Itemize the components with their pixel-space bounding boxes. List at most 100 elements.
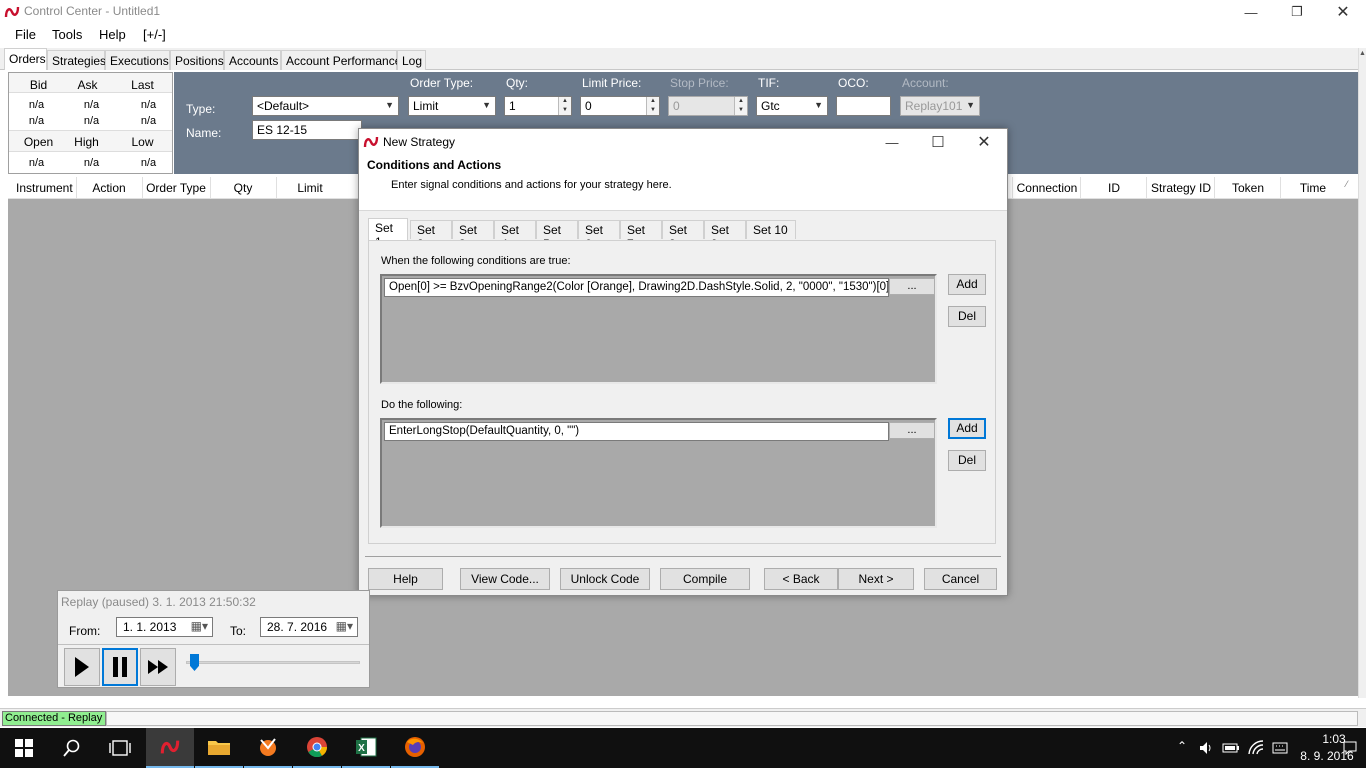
col-instrument[interactable]: Instrument <box>16 181 73 195</box>
calendar-icon[interactable]: ▦▾ <box>336 619 353 633</box>
dialog-minimize-button[interactable]: — <box>869 129 915 155</box>
type-label: Type: <box>186 102 216 116</box>
compile-button[interactable]: Compile <box>660 568 750 590</box>
tab-set-5[interactable]: Set 5 <box>536 220 578 251</box>
window-title: Control Center - Untitled1 <box>24 4 161 18</box>
col-limit[interactable]: Limit <box>292 181 328 195</box>
chevron-down-icon: ▼ <box>385 100 394 110</box>
menu-file[interactable]: File <box>15 27 36 42</box>
restore-button[interactable]: ❐ <box>1274 0 1320 24</box>
help-button[interactable]: Help <box>368 568 443 590</box>
col-connection[interactable]: Connection <box>1016 181 1078 195</box>
tab-set-9[interactable]: Set 9 <box>704 220 746 251</box>
ninja-logo-icon <box>363 136 379 148</box>
volume-icon[interactable] <box>1198 740 1214 756</box>
windows-start-icon[interactable] <box>0 728 48 768</box>
tab-strategies[interactable]: Strategies <box>47 50 106 70</box>
col-qty[interactable]: Qty <box>228 181 258 195</box>
col-action[interactable]: Action <box>84 181 134 195</box>
firefox-icon[interactable] <box>391 728 439 768</box>
tab-log[interactable]: Log <box>397 50 426 70</box>
menu-expand[interactable]: [+/-] <box>143 27 166 42</box>
to-label: To: <box>230 624 247 638</box>
tab-set-2[interactable]: Set 2 <box>410 220 452 251</box>
conditions-list[interactable]: Open[0] >= BzvOpeningRange2(Color [Orang… <box>380 274 937 384</box>
oco-label: OCO: <box>838 76 869 90</box>
condition-row[interactable]: Open[0] >= BzvOpeningRange2(Color [Orang… <box>384 278 889 297</box>
notifications-icon[interactable] <box>1343 741 1357 755</box>
order-type-dropdown[interactable]: Limit ▼ <box>408 96 496 116</box>
tab-set-4[interactable]: Set 4 <box>494 220 536 251</box>
tab-set-3[interactable]: Set 3 <box>452 220 494 251</box>
search-icon[interactable] <box>48 728 96 768</box>
dialog-header: Conditions and Actions Enter signal cond… <box>359 155 1007 211</box>
actions-label: Do the following: <box>381 399 463 411</box>
tab-account-performance[interactable]: Account Performance <box>281 50 401 70</box>
minimize-button[interactable]: — <box>1228 0 1274 24</box>
instrument-field[interactable]: ES 12-15 <box>252 120 362 140</box>
to-date-picker[interactable]: 28. 7. 2016 ▦▾ <box>260 617 358 637</box>
tab-set-1[interactable]: Set 1 <box>368 218 408 249</box>
tab-executions[interactable]: Executions <box>105 50 170 70</box>
replay-title: Replay (paused) 3. 1. 2013 21:50:32 <box>61 595 256 609</box>
tab-accounts[interactable]: Accounts <box>224 50 281 70</box>
tab-set-7[interactable]: Set 7 <box>620 220 662 251</box>
tif-dropdown[interactable]: Gtc ▼ <box>756 96 828 116</box>
dialog-close-button[interactable]: ✕ <box>961 129 1007 155</box>
col-order-type[interactable]: Order Type <box>144 181 208 195</box>
cancel-button[interactable]: Cancel <box>924 568 997 590</box>
type-dropdown[interactable]: <Default> ▼ <box>252 96 399 116</box>
chrome-icon[interactable] <box>293 728 341 768</box>
tab-positions[interactable]: Positions <box>170 50 224 70</box>
play-button[interactable] <box>64 648 100 686</box>
conditions-add-button[interactable]: Add <box>948 274 986 295</box>
qty-spin-icon[interactable]: ▲ ▼ <box>558 97 571 115</box>
excel-icon[interactable]: X <box>342 728 390 768</box>
title-bar: Control Center - Untitled1 — ❐ ✕ <box>0 0 1366 24</box>
actions-list[interactable]: EnterLongStop(DefaultQuantity, 0, "") ..… <box>380 418 937 528</box>
condition-edit-button[interactable]: ... <box>889 278 935 295</box>
tab-set-8[interactable]: Set 8 <box>662 220 704 251</box>
qty-stepper[interactable]: 1 ▲ ▼ <box>504 96 572 116</box>
dialog-maximize-button[interactable]: ☐ <box>915 129 961 155</box>
pause-button[interactable] <box>102 648 138 686</box>
col-id[interactable]: ID <box>1102 181 1126 195</box>
replay-slider-thumb[interactable] <box>190 654 199 671</box>
action-edit-button[interactable]: ... <box>889 422 935 439</box>
col-strategy-id[interactable]: Strategy ID <box>1150 181 1212 195</box>
conditions-del-button[interactable]: Del <box>948 306 986 327</box>
show-hidden-icons-icon[interactable]: ⌃ <box>1177 739 1187 753</box>
instrument-value: ES 12-15 <box>257 123 308 137</box>
task-view-icon[interactable] <box>96 728 144 768</box>
unlock-code-button[interactable]: Unlock Code <box>560 568 650 590</box>
limit-price-spin-icon[interactable]: ▲ ▼ <box>646 97 659 115</box>
wifi-icon[interactable] <box>1248 740 1266 756</box>
scroll-up-icon[interactable]: ▲ <box>1359 50 1366 57</box>
tab-orders[interactable]: Orders <box>4 48 47 70</box>
oco-input[interactable] <box>836 96 891 116</box>
limit-price-stepper[interactable]: 0 ▲ ▼ <box>580 96 660 116</box>
fast-forward-button[interactable] <box>140 648 176 686</box>
vertical-scrollbar[interactable]: ▲ <box>1358 48 1366 698</box>
back-button[interactable]: < Back <box>764 568 838 590</box>
col-time[interactable]: Time <box>1296 181 1330 195</box>
actions-add-button[interactable]: Add <box>948 418 986 439</box>
tab-set-10[interactable]: Set 10 <box>746 220 796 239</box>
menu-help[interactable]: Help <box>99 27 126 42</box>
col-token[interactable]: Token <box>1224 181 1272 195</box>
calendar-icon[interactable]: ▦▾ <box>191 619 208 633</box>
actions-del-button[interactable]: Del <box>948 450 986 471</box>
view-code-button[interactable]: View Code... <box>460 568 550 590</box>
close-button[interactable]: ✕ <box>1320 0 1366 24</box>
ninjatrader-icon[interactable] <box>146 728 194 768</box>
action-row[interactable]: EnterLongStop(DefaultQuantity, 0, "") <box>384 422 889 441</box>
keyboard-icon[interactable] <box>1272 740 1288 756</box>
tab-set-6[interactable]: Set 6 <box>578 220 620 251</box>
battery-icon[interactable] <box>1222 741 1240 755</box>
avast-icon[interactable] <box>244 728 292 768</box>
replay-slider-track[interactable] <box>186 654 360 671</box>
from-date-picker[interactable]: 1. 1. 2013 ▦▾ <box>116 617 213 637</box>
file-explorer-icon[interactable] <box>195 728 243 768</box>
next-button[interactable]: Next > <box>838 568 914 590</box>
menu-tools[interactable]: Tools <box>52 27 82 42</box>
